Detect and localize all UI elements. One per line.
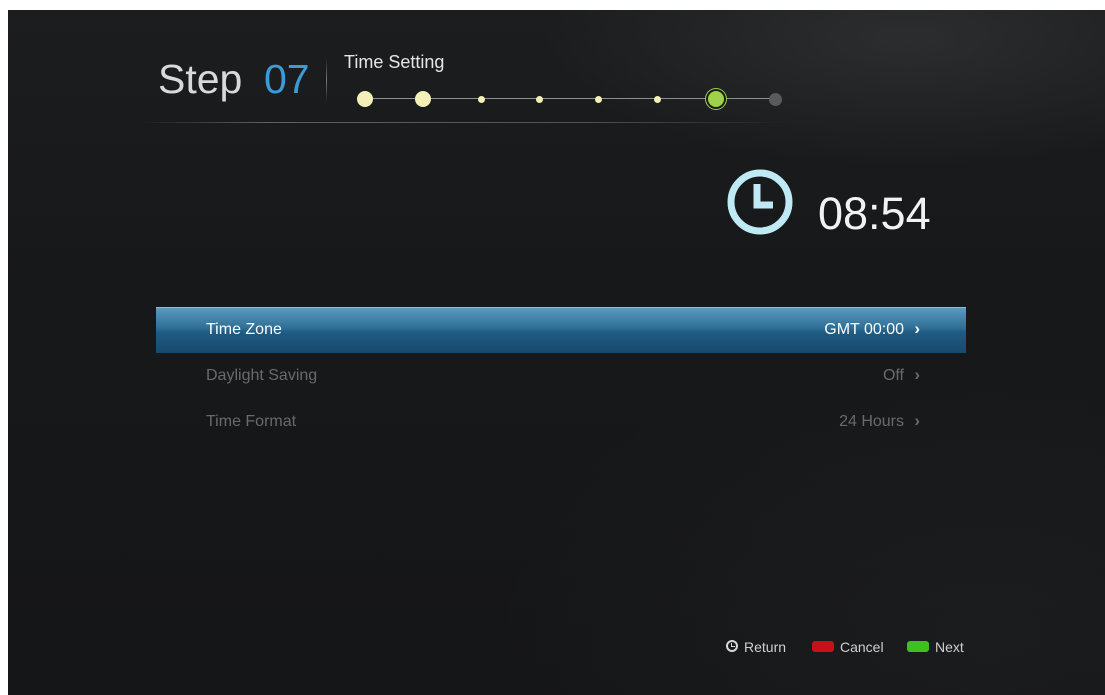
clock-icon [727,169,793,235]
menu-item-value: Off [882,367,904,384]
return-icon[interactable] [726,640,738,652]
progress-dot-done [653,95,661,103]
step-progress [348,84,788,114]
step-word: Step [158,56,243,102]
return-label[interactable]: Return [744,639,786,655]
step-number: 07 [264,56,310,102]
button-hints: Return Cancel Next [726,638,1006,658]
red-key-icon[interactable] [812,641,834,652]
cancel-label[interactable]: Cancel [840,639,884,655]
menu-item-value: 24 Hours [839,413,904,430]
progress-dot-done [477,95,485,103]
menu-item-label: Time Format [206,413,297,430]
settings-menu: Time Zone GMT 00:00 › Daylight Saving Of… [156,307,966,445]
chevron-right-icon: › [914,319,920,338]
step-title: Time Setting [344,52,445,72]
chevron-right-icon: › [914,365,920,384]
menu-item-label: Time Zone [206,321,282,338]
header-divider [138,122,788,123]
menu-item-time-format[interactable]: Time Format 24 Hours › [156,399,966,445]
progress-dot-pending [768,92,782,106]
setup-screen: Step 07 Time Setting 08:54 Time Zone GMT… [8,10,1105,695]
green-key-icon[interactable] [907,641,929,652]
menu-item-time-zone[interactable]: Time Zone GMT 00:00 › [156,307,966,353]
chevron-right-icon: › [914,411,920,430]
step-separator [326,58,327,102]
progress-dot-current [708,91,724,107]
current-time: 08:54 [818,188,931,239]
next-label[interactable]: Next [935,639,964,655]
menu-item-value: GMT 00:00 [824,321,904,338]
progress-dot-done [594,95,602,103]
menu-item-label: Daylight Saving [206,367,318,384]
progress-dot-done [535,95,543,103]
menu-item-daylight-saving[interactable]: Daylight Saving Off › [156,353,966,399]
progress-dot-done [357,91,373,107]
progress-dot-done [415,91,431,107]
